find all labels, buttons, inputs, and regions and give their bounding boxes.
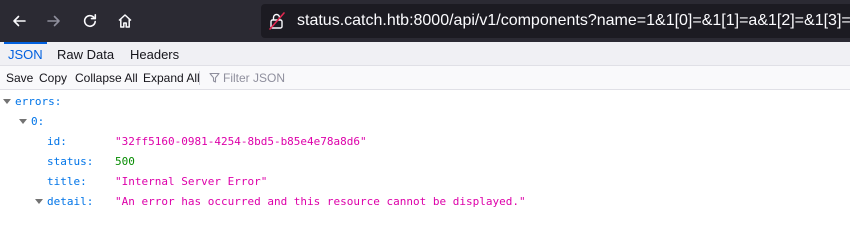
filter-icon: [209, 72, 220, 83]
collapse-all-button[interactable]: Collapse All: [75, 66, 138, 90]
copy-button[interactable]: Copy: [39, 66, 67, 90]
reload-button[interactable]: [75, 6, 105, 36]
insecure-lock-icon: [269, 12, 285, 30]
json-key: 0:: [31, 115, 45, 128]
save-button[interactable]: Save: [6, 66, 33, 90]
json-value: "32ff5160-0981-4254-8bd5-b85e4e78a8d6": [115, 135, 367, 148]
json-value: 500: [115, 155, 135, 168]
home-icon: [118, 14, 132, 28]
json-value: "Internal Server Error": [115, 175, 268, 188]
expand-all-button[interactable]: Expand All: [143, 66, 200, 90]
url-bar[interactable]: status.catch.htb:8000/api/v1/components?…: [261, 4, 850, 38]
toolbar-divider: [199, 71, 200, 85]
json-key: id:: [47, 135, 67, 148]
expand-toggle-icon[interactable]: [2, 92, 12, 112]
json-viewer-tabs: JSON Raw Data Headers: [0, 42, 850, 66]
expand-toggle-icon[interactable]: [18, 112, 28, 132]
json-key: errors:: [15, 95, 62, 108]
json-toolbar: Save Copy Collapse All Expand All Filter…: [0, 66, 850, 90]
tab-json[interactable]: JSON: [4, 42, 47, 66]
forward-button[interactable]: [39, 6, 69, 36]
tab-raw-data[interactable]: Raw Data: [57, 42, 114, 66]
expand-toggle-icon[interactable]: [34, 192, 44, 212]
reload-icon: [83, 14, 97, 28]
url-text[interactable]: status.catch.htb:8000/api/v1/components?…: [297, 4, 850, 38]
json-key: detail:: [47, 195, 94, 208]
tab-headers[interactable]: Headers: [130, 42, 179, 66]
filter-json-input[interactable]: Filter JSON: [223, 66, 285, 90]
url-path: :8000/api/v1/components?name=1&1[0]=&1[1…: [409, 12, 850, 29]
back-arrow-icon: [13, 15, 26, 27]
json-value: "An error has occurred and this resource…: [115, 195, 526, 208]
json-key: status:: [47, 155, 94, 168]
home-button[interactable]: [110, 6, 140, 36]
forward-arrow-icon: [47, 15, 60, 27]
url-host: status.catch.htb: [297, 12, 410, 29]
json-key: title:: [47, 175, 87, 188]
back-button[interactable]: [4, 6, 34, 36]
browser-toolbar: status.catch.htb:8000/api/v1/components?…: [0, 0, 850, 42]
